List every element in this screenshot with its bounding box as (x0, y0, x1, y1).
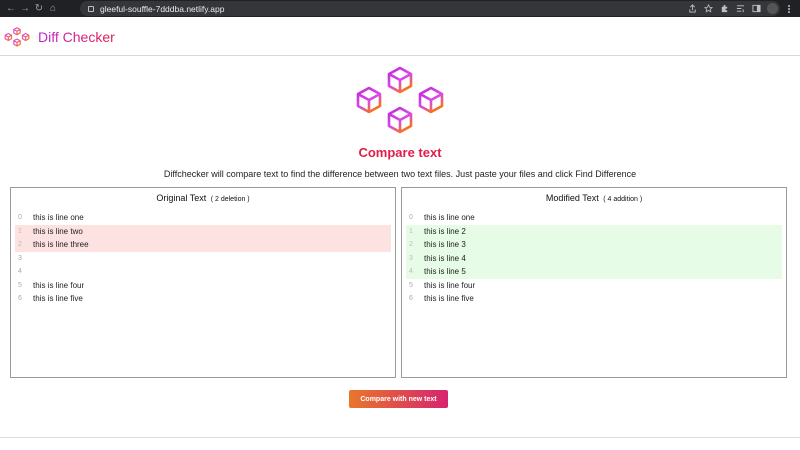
diff-line: 6 this is line five (15, 292, 391, 306)
page-title: Compare text (358, 145, 442, 160)
sidebar-icon[interactable] (751, 4, 761, 14)
line-number: 6 (409, 295, 413, 303)
cube-logo-icon[interactable] (4, 26, 30, 48)
reload-icon[interactable]: ↻ (32, 2, 46, 16)
app-header: Diff Checker (0, 17, 800, 56)
line-text: this is line one (424, 213, 475, 223)
line-number: 6 (18, 295, 22, 303)
line-number: 5 (409, 281, 413, 289)
original-panel-title: Original Text (156, 193, 207, 203)
diff-line: 5 this is line four (15, 279, 391, 293)
original-lines: 0 this is line one 1 this is line two 2 thi… (15, 211, 391, 306)
line-number: 1 (18, 227, 22, 235)
line-number: 0 (18, 214, 22, 222)
line-number: 4 (409, 268, 413, 276)
extensions-icon[interactable] (719, 4, 729, 14)
original-text-panel[interactable]: Original Text ( 2 deletion ) 0 this is li… (10, 187, 396, 378)
compare-new-text-button[interactable]: Compare with new text (349, 390, 448, 408)
reading-list-icon[interactable] (735, 4, 745, 14)
line-text: this is line four (33, 280, 85, 290)
page-description: Diffchecker will compare text to find th… (163, 169, 637, 179)
line-text: this is line 5 (424, 267, 466, 277)
line-number: 0 (409, 214, 413, 222)
modified-panel-title: Modified Text (545, 193, 599, 203)
footer-divider (0, 437, 800, 438)
diff-line: 5 this is line four (406, 279, 782, 293)
original-panel-header: Original Text ( 2 deletion ) (11, 188, 395, 208)
diff-line: 2 this is line 3 (406, 238, 782, 252)
line-number: 3 (409, 254, 413, 262)
diff-line: 1 this is line two (15, 224, 391, 238)
browser-actions (687, 1, 794, 16)
line-text: this is line 2 (424, 226, 466, 236)
addition-count: ( 4 addition ) (603, 196, 643, 203)
line-number: 2 (18, 241, 22, 249)
share-icon[interactable] (687, 4, 697, 14)
line-text: this is line one (33, 213, 84, 223)
line-text: this is line five (33, 294, 83, 304)
modified-panel-header: Modified Text ( 4 addition ) (402, 188, 786, 208)
diff-line: 1 this is line 2 (406, 224, 782, 238)
line-number: 3 (18, 254, 22, 262)
line-text: this is line three (33, 240, 89, 250)
diff-line: 4 (15, 265, 391, 279)
line-text: this is line five (424, 294, 474, 304)
modified-text-panel[interactable]: Modified Text ( 4 addition ) 0 this is li… (401, 187, 787, 378)
diff-line: 4 this is line 5 (406, 265, 782, 279)
forward-icon[interactable]: → (18, 2, 32, 16)
diff-line: 3 this is line 4 (406, 251, 782, 265)
diff-line: 2 this is line three (15, 238, 391, 252)
diff-line: 3 (15, 252, 391, 266)
star-icon[interactable] (703, 4, 713, 14)
back-icon[interactable]: ← (4, 2, 18, 16)
line-text: this is line two (33, 226, 83, 236)
browser-toolbar: ← → ↻ ⌂ gleeful-souffle-7dddba.netlify.a… (0, 0, 800, 17)
line-text: this is line four (424, 280, 476, 290)
modified-lines: 0 this is line one 1 this is line 2 2 this … (406, 211, 782, 306)
deletion-count: ( 2 deletion ) (210, 196, 250, 203)
menu-icon[interactable] (784, 4, 794, 14)
line-number: 4 (18, 268, 22, 276)
brand-name[interactable]: Diff Checker (38, 29, 115, 45)
home-icon[interactable]: ⌂ (46, 2, 60, 16)
diff-line: 6 this is line five (406, 292, 782, 306)
cube-logo-icon (356, 66, 444, 134)
line-number: 2 (409, 241, 413, 249)
line-number: 5 (18, 281, 22, 289)
diff-line: 0 this is line one (406, 211, 782, 225)
url-text: gleeful-souffle-7dddba.netlify.app (100, 3, 225, 14)
line-number: 1 (409, 227, 413, 235)
profile-avatar[interactable] (767, 3, 778, 14)
lock-icon (88, 5, 94, 12)
diff-line: 0 this is line one (15, 211, 391, 225)
line-text: this is line 3 (424, 240, 466, 250)
line-text: this is line 4 (424, 253, 466, 263)
address-bar[interactable]: gleeful-souffle-7dddba.netlify.app (80, 1, 780, 16)
